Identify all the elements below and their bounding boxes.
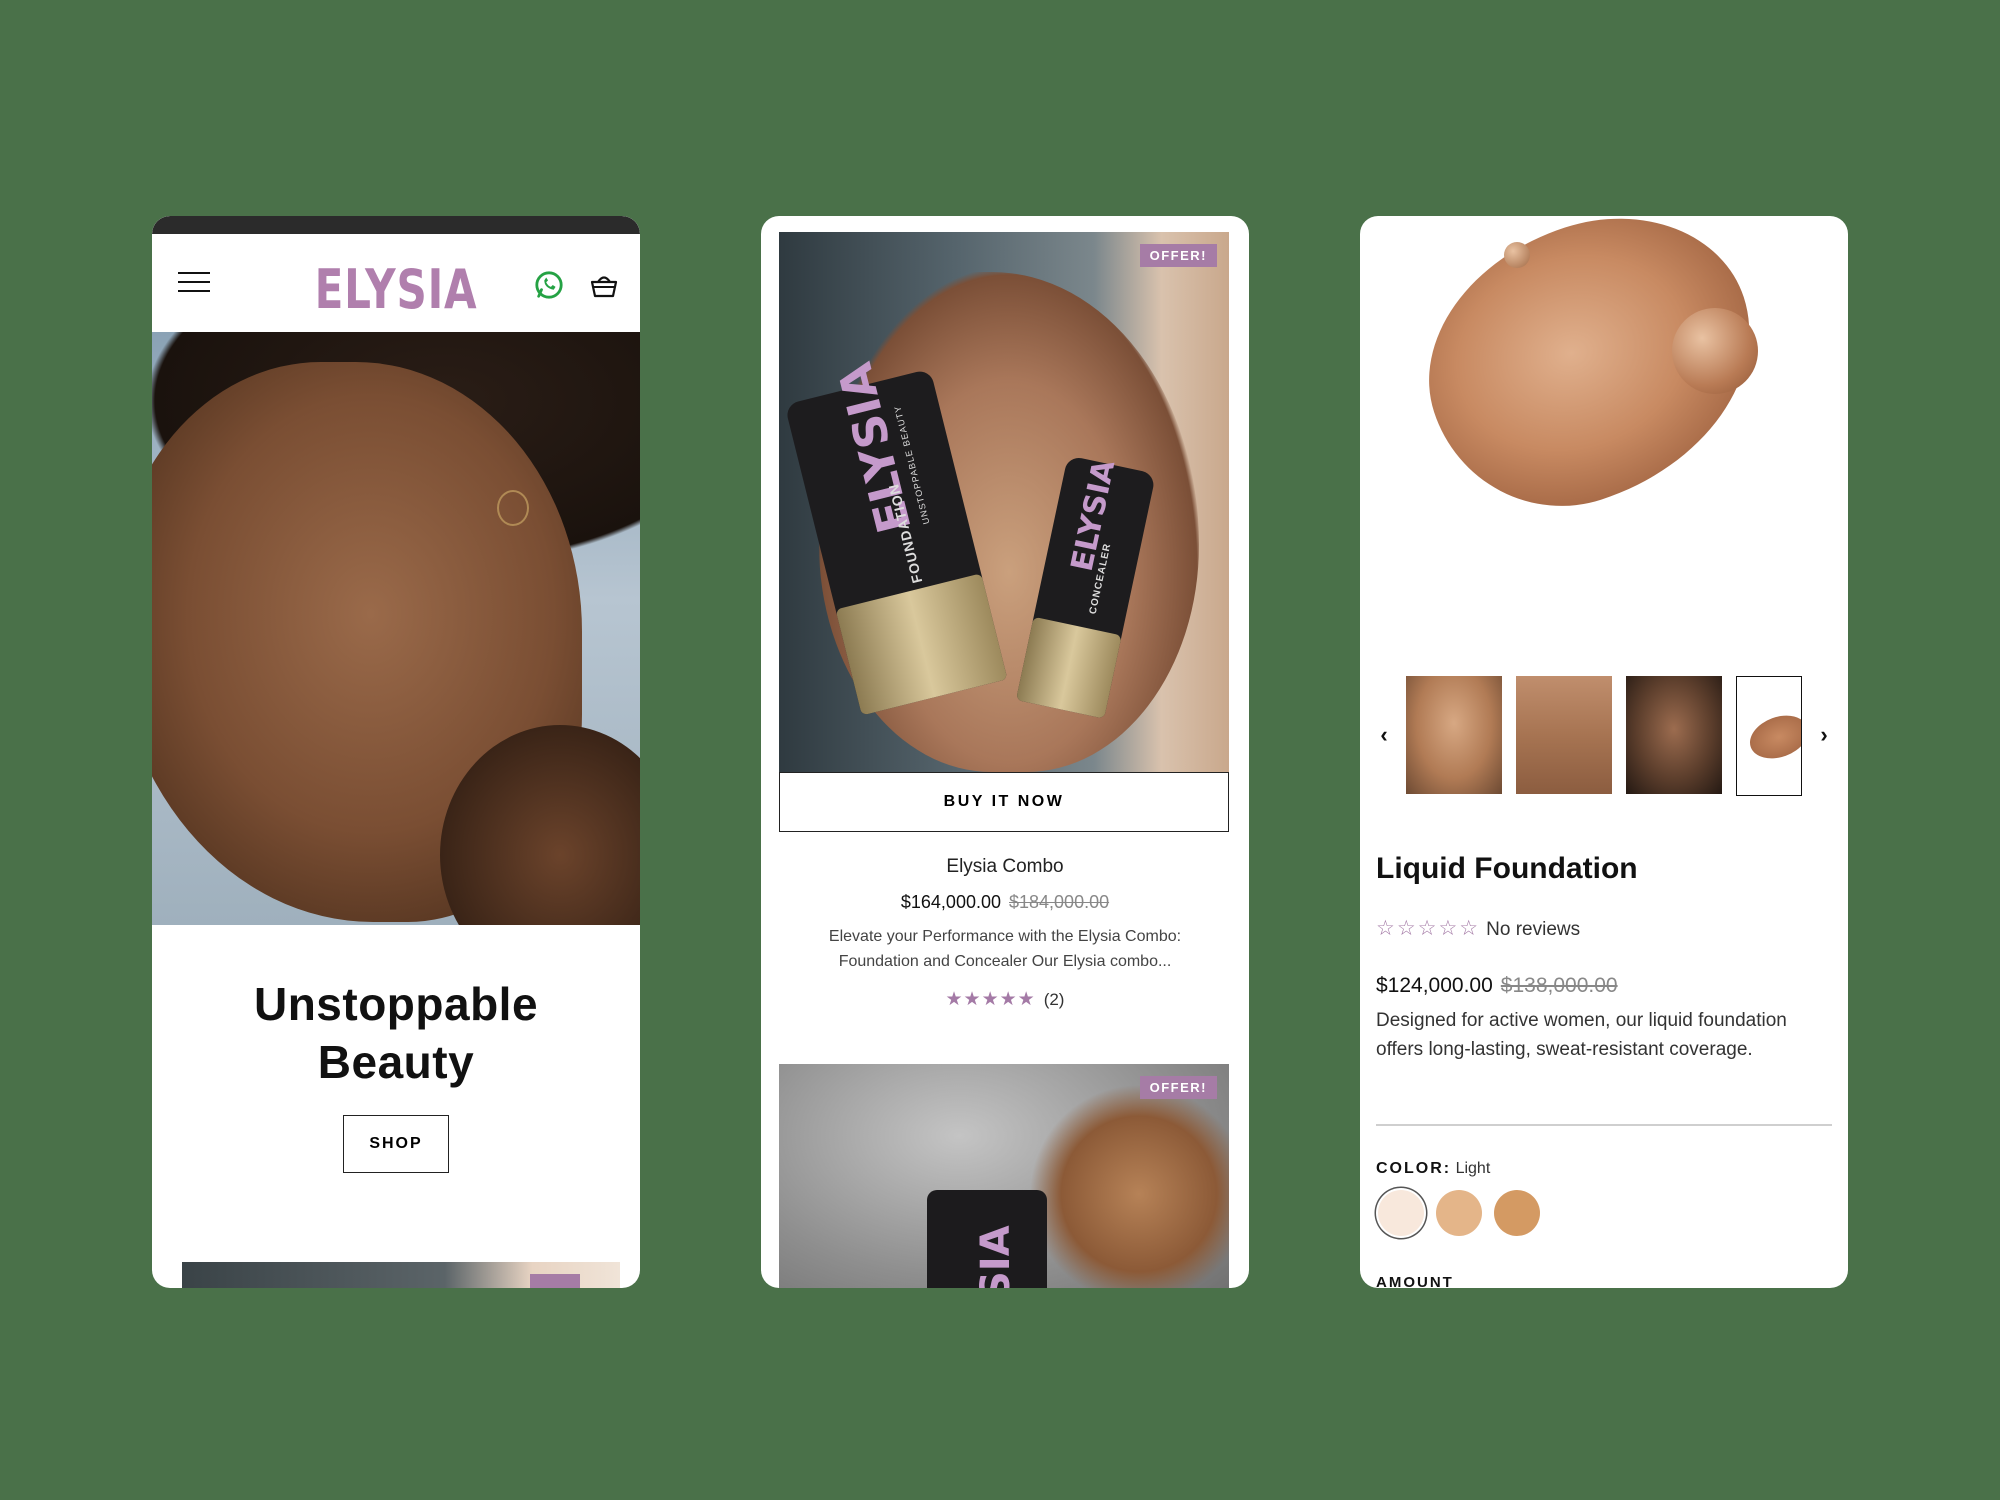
thumbnail-model[interactable]	[1406, 676, 1502, 794]
phone-home-screen: ELYSIA Unstoppable Beauty SHOP	[152, 216, 640, 1288]
phone-product-listing: ELYSIA FOUNDATION UNSTOPPABLE BEAUTY ELY…	[761, 216, 1249, 1288]
sale-price: $124,000.00	[1376, 974, 1493, 997]
product-description: Elevate your Performance with the Elysia…	[828, 928, 1182, 970]
thumbnail-swatches[interactable]	[1516, 676, 1612, 794]
product-main-image[interactable]	[1360, 216, 1848, 656]
hero-image	[152, 332, 640, 925]
swatch-tan[interactable]	[1494, 1190, 1540, 1236]
product-image-second[interactable]: SIA OFFER!	[779, 1064, 1229, 1288]
color-value: Light	[1455, 1160, 1491, 1177]
thumbnail-group[interactable]	[1626, 676, 1722, 794]
offer-badge-second: OFFER!	[1139, 1076, 1217, 1099]
phone-product-detail: ‹ › Liquid Foundation ☆☆☆☆☆ No reviews $1…	[1360, 216, 1848, 1288]
earring-detail	[497, 490, 529, 526]
product-reviews[interactable]: ☆☆☆☆☆ No reviews	[1376, 916, 1580, 941]
site-header: ELYSIA	[152, 234, 640, 332]
tube-partial: SIA	[927, 1190, 1047, 1288]
product-image-combo[interactable]: ELYSIA FOUNDATION UNSTOPPABLE BEAUTY ELY…	[779, 232, 1229, 772]
product-price: $164,000.00 $184,000.00	[761, 892, 1249, 913]
thumbnail-texture-selected[interactable]	[1736, 676, 1802, 796]
chevron-left-icon[interactable]: ‹	[1372, 720, 1396, 750]
product-title: Liquid Foundation	[1376, 852, 1638, 885]
swatch-light[interactable]	[1378, 1190, 1424, 1236]
amount-label: AMOUNT	[1376, 1274, 1454, 1288]
old-price: $184,000.00	[1009, 892, 1110, 912]
old-price: $138,000.00	[1500, 974, 1618, 997]
cart-icon[interactable]	[590, 272, 618, 298]
brand-logo[interactable]: ELYSIA	[206, 258, 587, 321]
whatsapp-icon[interactable]	[534, 270, 564, 300]
shop-button[interactable]: SHOP	[343, 1115, 449, 1173]
rating-stars-icon: ★★★★★	[945, 989, 1036, 1010]
product-rating[interactable]: ★★★★★ (2)	[761, 988, 1249, 1011]
product-name[interactable]: Elysia Combo	[761, 856, 1249, 878]
offer-badge: OFFER!	[1139, 244, 1217, 267]
swatch-medium[interactable]	[1436, 1190, 1482, 1236]
status-bar	[152, 216, 640, 234]
offer-badge-peek	[530, 1274, 580, 1288]
thumbnail-carousel: ‹ ›	[1360, 676, 1848, 800]
chevron-right-icon[interactable]: ›	[1812, 720, 1836, 750]
sale-price: $164,000.00	[900, 892, 1001, 912]
hero-title: Unstoppable Beauty	[253, 978, 539, 1088]
rating-count: (2)	[1043, 990, 1065, 1009]
next-section-peek	[182, 1262, 620, 1288]
color-label: COLOR: Light	[1376, 1160, 1491, 1177]
reviews-text: No reviews	[1486, 919, 1581, 940]
buy-it-now-button[interactable]: BUY IT NOW	[779, 772, 1229, 832]
empty-stars-icon: ☆☆☆☆☆	[1376, 917, 1481, 940]
product-price: $124,000.00 $138,000.00	[1376, 974, 1618, 998]
divider	[1376, 1124, 1832, 1126]
product-description: Designed for active women, our liquid fo…	[1376, 1010, 1787, 1060]
